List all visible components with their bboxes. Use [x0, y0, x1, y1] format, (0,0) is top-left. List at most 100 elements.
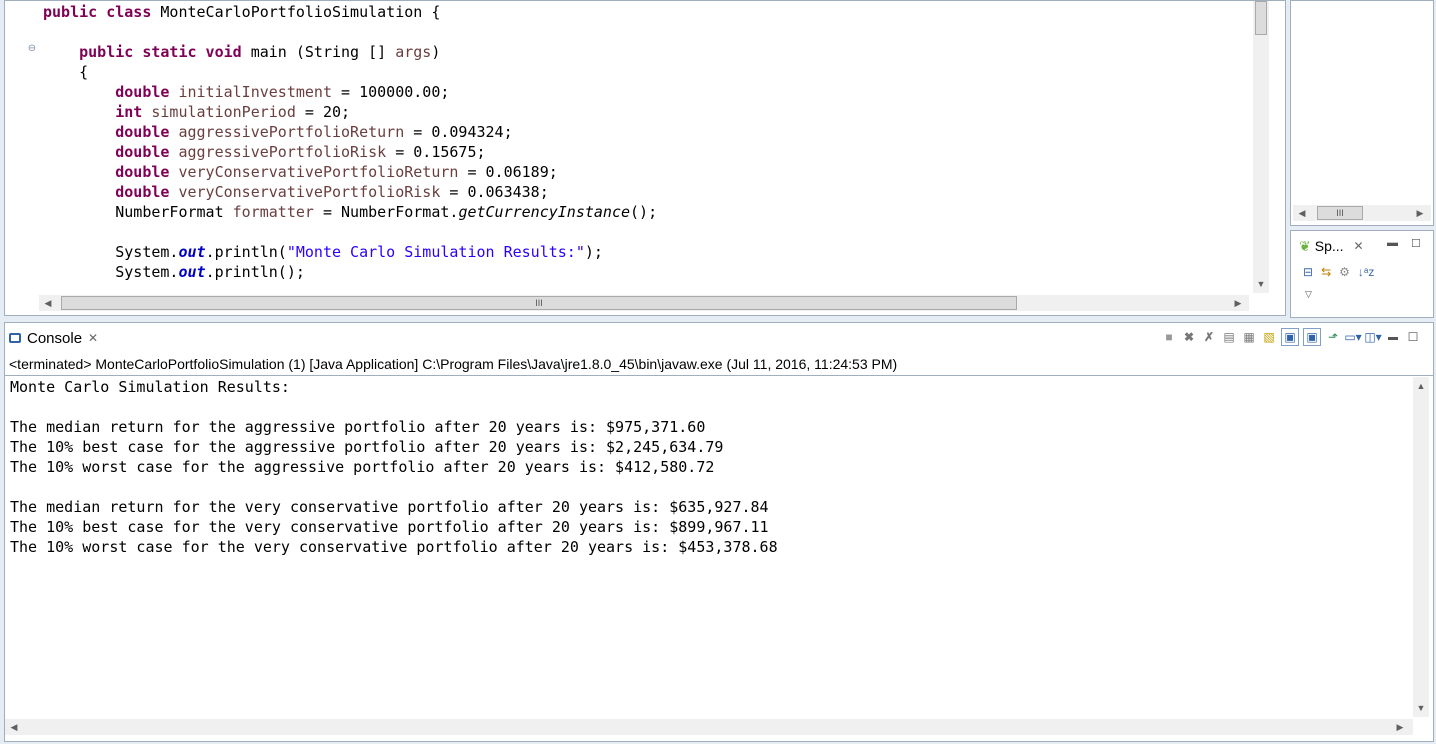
view-menu-icon[interactable]: ▽: [1305, 289, 1312, 300]
console-output-line: The 10% worst case for the aggressive po…: [10, 458, 715, 476]
code-token: getCurrencyInstance: [458, 203, 631, 221]
console-output-line: The 10% worst case for the very conserva…: [10, 538, 778, 556]
scroll-up-icon[interactable]: ▲: [1414, 381, 1428, 391]
minimize-icon[interactable]: ▬: [1385, 329, 1401, 345]
code-token: = 100000.00;: [332, 83, 450, 101]
display-selected-console-icon[interactable]: ⬏: [1325, 329, 1341, 345]
code-token: = NumberFormat.: [313, 203, 459, 221]
filter-icon[interactable]: ⚙: [1339, 265, 1350, 279]
code-line[interactable]: {: [43, 62, 88, 82]
code-line[interactable]: public class MonteCarloPortfolioSimulati…: [43, 2, 440, 22]
code-token: out: [178, 243, 206, 261]
close-icon[interactable]: ✕: [1354, 239, 1364, 253]
scroll-left-icon[interactable]: ◀: [7, 722, 21, 732]
code-token: public static void: [79, 43, 251, 61]
remove-all-icon[interactable]: ✗: [1201, 329, 1217, 345]
code-area[interactable]: public class MonteCarloPortfolioSimulati…: [39, 1, 1251, 293]
editor-vertical-scroll-thumb[interactable]: [1255, 1, 1267, 35]
console-icon: [9, 333, 21, 343]
code-line[interactable]: int simulationPeriod = 20;: [43, 102, 350, 122]
code-editor[interactable]: ⊖ public class MonteCarloPortfolioSimula…: [4, 0, 1286, 316]
scroll-down-icon[interactable]: ▼: [1254, 279, 1268, 289]
spring-explorer-panel: ❦ Sp... ✕ ▬ ☐ ⊟ ⇆ ⚙ ↓ᵃz ▽: [1290, 230, 1434, 318]
scroll-lock-icon[interactable]: ▤: [1221, 329, 1237, 345]
code-line[interactable]: double veryConservativePortfolioReturn =…: [43, 162, 558, 182]
code-token: {: [43, 63, 89, 81]
maximize-icon[interactable]: ☐: [1411, 237, 1421, 250]
show-console-on-error-icon[interactable]: ▣: [1281, 328, 1299, 346]
code-line[interactable]: double initialInvestment = 100000.00;: [43, 82, 449, 102]
console-vertical-scrollbar[interactable]: ▲ ▼: [1413, 377, 1429, 717]
outline-horizontal-scroll-thumb[interactable]: III: [1317, 206, 1363, 220]
outline-horizontal-scrollbar[interactable]: ◀ III ▶: [1293, 205, 1431, 221]
open-console-icon[interactable]: ▭▾: [1344, 329, 1361, 345]
code-token: formatter: [232, 203, 314, 221]
editor-vertical-scrollbar[interactable]: ▼: [1253, 1, 1269, 293]
editor-horizontal-scrollbar[interactable]: ◀ III ▶: [39, 295, 1249, 311]
tab-label: Sp...: [1314, 238, 1344, 254]
code-token: MonteCarloPortfolioSimulation {: [160, 3, 441, 21]
editor-ruler: ⊖: [5, 1, 39, 293]
code-token: double: [115, 163, 179, 181]
console-output-line: The 10% best case for the very conservat…: [10, 518, 769, 536]
code-token: ): [431, 43, 441, 61]
terminate-icon[interactable]: ■: [1161, 329, 1177, 345]
code-token: = 20;: [295, 103, 351, 121]
sort-alphabetically-icon[interactable]: ↓ᵃz: [1358, 265, 1374, 279]
scroll-right-icon[interactable]: ▶: [1413, 208, 1427, 218]
minimize-icon[interactable]: ▬: [1387, 237, 1398, 249]
code-token: double: [115, 83, 179, 101]
code-token: = 0.063438;: [440, 183, 549, 201]
scroll-right-icon[interactable]: ▶: [1393, 722, 1407, 732]
tab-spring-explorer[interactable]: ❦ Sp... ✕: [1293, 235, 1370, 257]
code-token: aggressivePortfolioRisk: [178, 143, 387, 161]
pin-console-icon[interactable]: ▣: [1303, 328, 1321, 346]
code-line[interactable]: NumberFormat formatter = NumberFormat.ge…: [43, 202, 657, 222]
code-token: aggressivePortfolioReturn: [178, 123, 405, 141]
word-wrap-icon[interactable]: ▦: [1241, 329, 1257, 345]
code-token: double: [115, 183, 179, 201]
code-line[interactable]: System.out.println();: [43, 262, 305, 282]
code-line[interactable]: public static void main (String [] args): [43, 42, 440, 62]
editor-horizontal-scroll-thumb[interactable]: III: [61, 296, 1017, 310]
close-icon[interactable]: ✕: [88, 331, 98, 345]
collapse-all-icon[interactable]: ⊟: [1303, 265, 1313, 279]
console-output-line: The median return for the aggressive por…: [10, 418, 706, 436]
scroll-right-icon[interactable]: ▶: [1231, 298, 1245, 308]
console-process-status: <terminated> MonteCarloPortfolioSimulati…: [9, 356, 898, 372]
code-token: veryConservativePortfolioReturn: [178, 163, 459, 181]
code-line[interactable]: System.out.println("Monte Carlo Simulati…: [43, 242, 603, 262]
scroll-left-icon[interactable]: ◀: [1295, 208, 1309, 218]
scroll-left-icon[interactable]: ◀: [41, 298, 55, 308]
code-token: out: [178, 263, 206, 281]
remove-launch-icon[interactable]: ✖: [1181, 329, 1197, 345]
spring-leaf-icon: ❦: [1299, 237, 1311, 254]
code-token: NumberFormat: [43, 203, 233, 221]
tab-console[interactable]: Console ✕: [5, 323, 105, 353]
code-line[interactable]: double aggressivePortfolioRisk = 0.15675…: [43, 142, 485, 162]
code-token: "Monte Carlo Simulation Results:": [286, 243, 585, 261]
console-horizontal-scrollbar[interactable]: ◀ ▶: [5, 719, 1413, 735]
maximize-icon[interactable]: ☐: [1405, 329, 1421, 345]
code-token: System.: [43, 263, 179, 281]
show-console-when-output-icon[interactable]: ▧: [1261, 329, 1277, 345]
code-line[interactable]: double aggressivePortfolioReturn = 0.094…: [43, 122, 512, 142]
console-output-line: The median return for the very conservat…: [10, 498, 769, 516]
link-with-editor-icon[interactable]: ⇆: [1321, 265, 1331, 279]
fold-toggle-icon[interactable]: ⊖: [27, 44, 37, 54]
code-token: veryConservativePortfolioRisk: [178, 183, 441, 201]
console-output-line: Monte Carlo Simulation Results:: [10, 378, 290, 396]
code-token: double: [115, 123, 179, 141]
new-console-view-icon[interactable]: ◫▾: [1364, 329, 1381, 345]
code-token: System.: [43, 243, 179, 261]
code-line[interactable]: double veryConservativePortfolioRisk = 0…: [43, 182, 549, 202]
code-token: public class: [43, 3, 161, 21]
scroll-down-icon[interactable]: ▼: [1414, 703, 1428, 713]
code-token: simulationPeriod: [151, 103, 296, 121]
